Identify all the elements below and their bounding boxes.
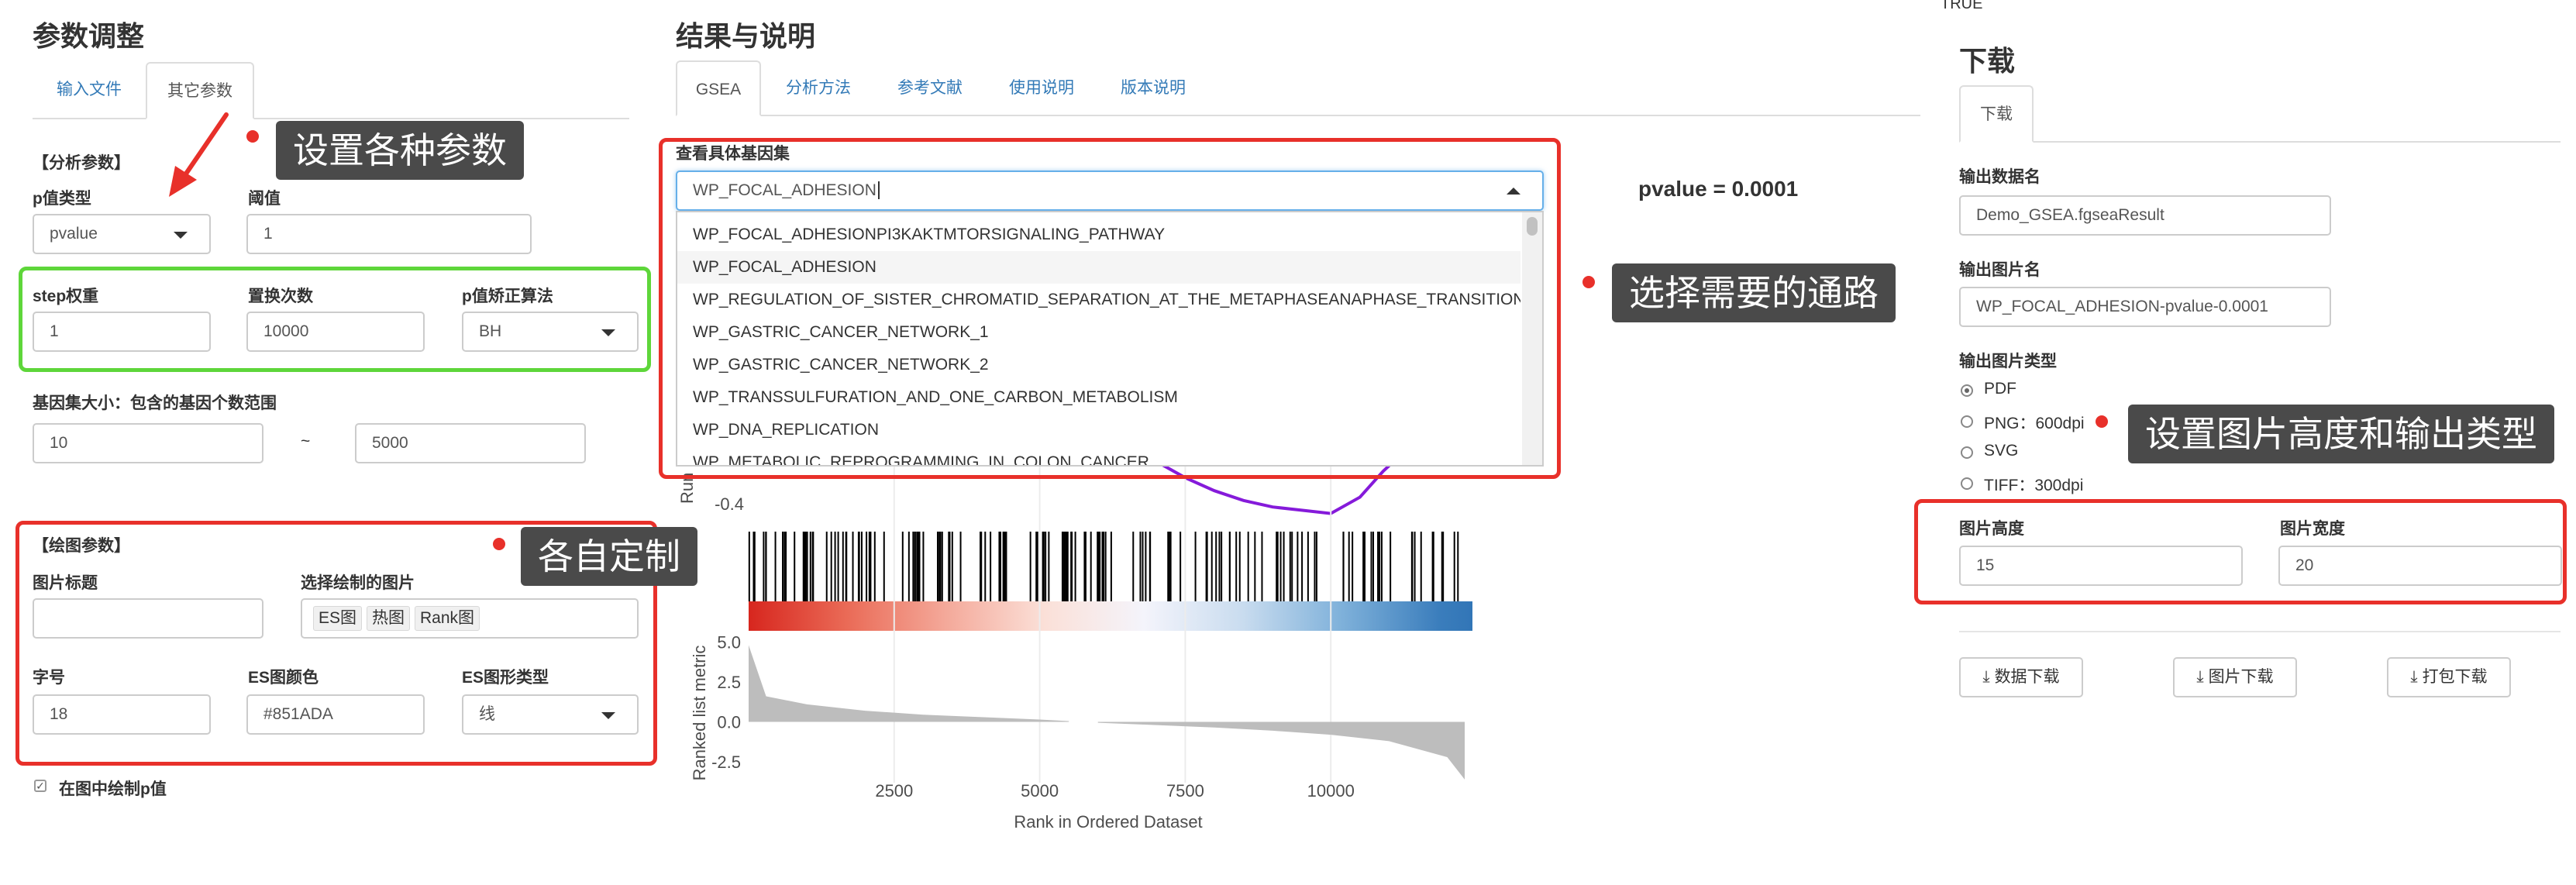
download-data-label: 数据下载	[1994, 668, 2060, 686]
callout-pathway: 选择需要的通路	[1612, 263, 1896, 322]
x-tick: 5000	[1021, 781, 1059, 801]
threshold-input[interactable]: 1	[246, 214, 532, 254]
x-tick: 10000	[1307, 781, 1355, 801]
analysis-params-heading: 【分析参数】	[33, 154, 130, 172]
x-tick: 2500	[875, 781, 913, 801]
download-data-button[interactable]: ⤓ 数据下载	[1959, 657, 2083, 697]
radio-png-label: PNG：600dpi	[1984, 415, 2085, 432]
x-tick: 7500	[1166, 781, 1204, 801]
callout-dot	[2096, 415, 2108, 428]
radio-png[interactable]	[1961, 415, 1973, 428]
ranked-y-tick: 2.5	[717, 673, 741, 692]
download-icon: ⤓	[2196, 668, 2204, 686]
ranked-y-tick: -2.5	[711, 752, 741, 772]
pvalue-text: pvalue = 0.0001	[1638, 177, 1799, 201]
tab-version[interactable]: 版本说明	[1104, 60, 1203, 116]
callout-dot	[1582, 276, 1595, 288]
middle-panel-title: 结果与说明	[676, 20, 816, 52]
callout-params: 设置各种参数	[276, 121, 524, 180]
ranked-y-tick: 5.0	[717, 632, 741, 652]
imgname-input[interactable]: WP_FOCAL_ADHESION-pvalue-0.0001	[1959, 287, 2331, 327]
tab-gsea[interactable]: GSEA	[676, 60, 761, 116]
geneset-size-max[interactable]: 5000	[355, 423, 586, 463]
range-separator: ~	[301, 432, 311, 450]
arrow-icon	[169, 112, 229, 197]
download-image-label: 图片下载	[2208, 668, 2274, 686]
radio-pdf-label: PDF	[1984, 380, 2016, 398]
callout-dot	[246, 130, 259, 143]
radio-svg[interactable]	[1961, 446, 1973, 459]
tab-references[interactable]: 参考文献	[880, 60, 980, 116]
imgtype-label: 输出图片类型	[1959, 353, 2057, 370]
left-panel-title: 参数调整	[33, 20, 145, 52]
radio-tiff-label: TIFF：300dpi	[1984, 477, 2084, 494]
draw-p-label: 在图中绘制p值	[59, 780, 167, 798]
download-image-button[interactable]: ⤓ 图片下载	[2173, 657, 2297, 697]
dataname-label: 输出数据名	[1959, 168, 2040, 186]
left-tabbar	[33, 118, 629, 119]
radio-tiff[interactable]	[1961, 477, 1973, 490]
ranked-y-tick: 0.0	[717, 713, 741, 732]
heat-strip	[749, 601, 1472, 631]
top-right-text: TRUE	[1941, 0, 1983, 12]
tab-download[interactable]: 下载	[1959, 85, 2034, 143]
imgname-label: 输出图片名	[1959, 261, 2040, 279]
tab-usage[interactable]: 使用说明	[992, 60, 1091, 116]
x-axis-label: Rank in Ordered Dataset	[1014, 812, 1202, 832]
dataname-input[interactable]: Demo_GSEA.fgseaResult	[1959, 195, 2331, 236]
callout-size-type: 设置图片高度和输出类型	[2128, 405, 2554, 463]
divider	[1959, 631, 2561, 632]
radio-svg-label: SVG	[1984, 442, 2019, 460]
ptype-value: pvalue	[50, 225, 98, 243]
tab-method[interactable]: 分析方法	[769, 60, 868, 116]
download-zip-label: 打包下载	[2422, 668, 2488, 686]
geneset-highlight	[659, 138, 1561, 479]
es-y-tick: -0.4	[715, 494, 744, 514]
threshold-label: 阈值	[248, 190, 281, 208]
ranked-ylabel: Ranked list metric	[690, 646, 709, 781]
right-tabbar	[1959, 141, 2561, 143]
ptype-select[interactable]: pvalue	[33, 214, 211, 254]
download-zip-button[interactable]: ⤓ 打包下载	[2387, 657, 2511, 697]
geneset-size-label: 基因集大小：包含的基因个数范围	[33, 394, 277, 412]
ptype-label: p值类型	[33, 190, 91, 208]
geneset-size-min[interactable]: 10	[33, 423, 263, 463]
right-panel-title: 下载	[1959, 45, 2016, 77]
download-icon: ⤓	[1982, 668, 1990, 686]
step-params-highlight	[19, 267, 651, 372]
draw-p-checkbox[interactable]: ✓	[34, 780, 46, 792]
tab-input-file[interactable]: 输入文件	[33, 62, 146, 118]
size-highlight	[1914, 499, 2567, 604]
radio-pdf[interactable]	[1961, 384, 1973, 397]
download-icon: ⤓	[2410, 668, 2418, 686]
chevron-down-icon	[174, 232, 188, 239]
callout-dot	[493, 538, 505, 550]
